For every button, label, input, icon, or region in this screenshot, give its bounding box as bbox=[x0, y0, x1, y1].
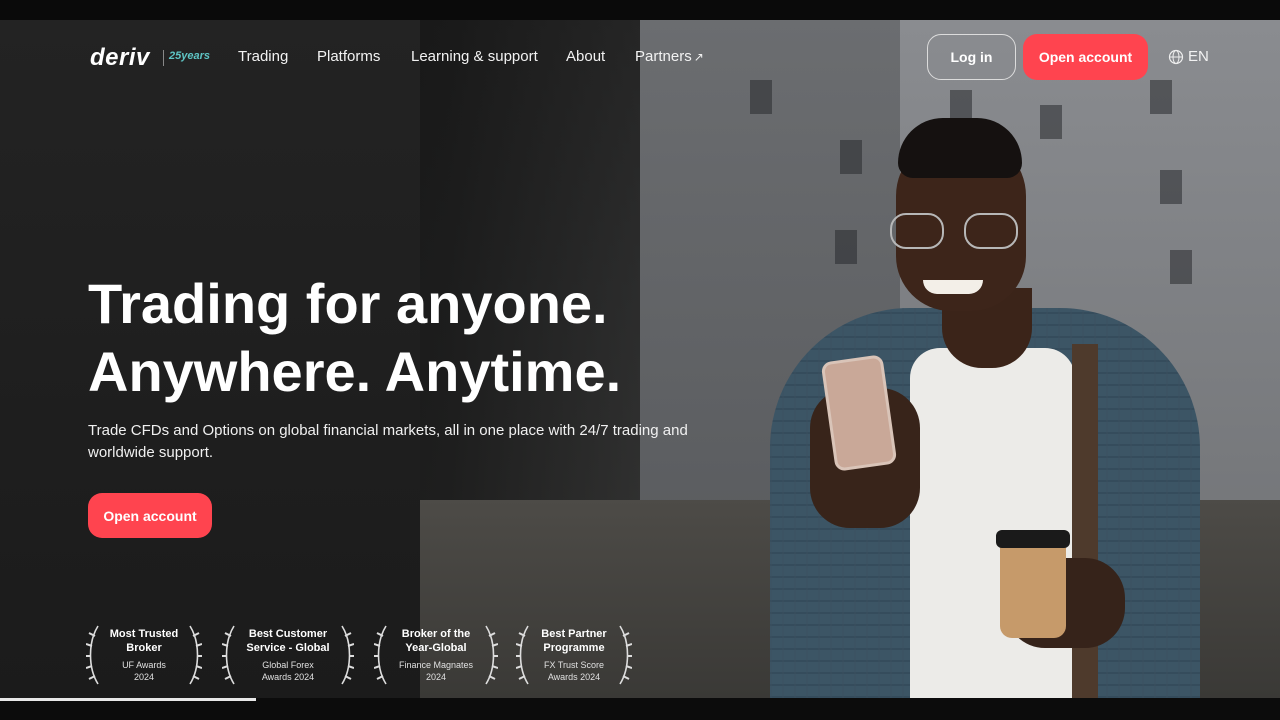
laurel-left-icon bbox=[516, 625, 529, 685]
award-title: Best Partner Programme bbox=[541, 628, 607, 654]
nav-trading[interactable]: Trading bbox=[238, 48, 288, 65]
hair bbox=[898, 118, 1022, 178]
language-label: EN bbox=[1188, 48, 1209, 65]
top-bar bbox=[0, 0, 1280, 20]
award-source: Finance Magnates 2024 bbox=[398, 660, 474, 682]
globe-icon bbox=[1168, 49, 1184, 64]
laurel-left-icon bbox=[222, 625, 235, 685]
logo-divider bbox=[163, 50, 164, 66]
hero-headline: Trading for anyone. Anywhere. Anytime. bbox=[88, 270, 728, 406]
language-selector[interactable]: EN bbox=[1168, 48, 1209, 65]
laurel-right-icon bbox=[189, 625, 202, 685]
headline-line-2: Anywhere. Anytime. bbox=[88, 340, 622, 403]
open-account-button[interactable]: Open account bbox=[1023, 34, 1148, 80]
nav-platforms[interactable]: Platforms bbox=[317, 48, 380, 65]
award-source: UF Awards 2024 bbox=[122, 660, 166, 682]
hero-open-account-button[interactable]: Open account bbox=[88, 493, 212, 538]
video-control-bar[interactable] bbox=[0, 698, 1280, 720]
award-badge: Best Partner Programme FX Trust Score Awar… bbox=[516, 622, 632, 688]
award-badge: Broker of the Year-Global Finance Magnate… bbox=[374, 622, 498, 688]
video-progress-bar[interactable] bbox=[0, 698, 256, 701]
laurel-right-icon bbox=[341, 625, 354, 685]
coffee-cup-lid bbox=[996, 530, 1070, 548]
headline-line-1: Trading for anyone. bbox=[88, 272, 608, 335]
coffee-cup bbox=[1000, 538, 1066, 638]
laurel-right-icon bbox=[619, 625, 632, 685]
nav-learning-support[interactable]: Learning & support bbox=[411, 48, 538, 65]
nav-partners[interactable]: Partners ↗ bbox=[635, 48, 704, 65]
award-source: FX Trust Score Awards 2024 bbox=[543, 660, 605, 682]
laurel-right-icon bbox=[485, 625, 498, 685]
laurel-left-icon bbox=[86, 625, 99, 685]
laurel-left-icon bbox=[374, 625, 387, 685]
award-badge: Most Trusted Broker UF Awards 2024 bbox=[86, 622, 202, 688]
award-badge: Best Customer Service - Global Global For… bbox=[222, 622, 354, 688]
award-title: Best Customer Service - Global bbox=[246, 628, 330, 654]
nav-partners-label: Partners bbox=[635, 48, 692, 65]
anniversary-badge: 25years bbox=[169, 50, 210, 62]
navbar: deriv 25years Trading Platforms Learning… bbox=[0, 20, 1280, 94]
hero-subline: Trade CFDs and Options on global financi… bbox=[88, 422, 688, 461]
glasses bbox=[888, 213, 1028, 253]
smile bbox=[923, 280, 983, 294]
nav-about[interactable]: About bbox=[566, 48, 605, 65]
award-title: Broker of the Year-Global bbox=[401, 628, 471, 654]
man-with-phone-photo bbox=[760, 118, 1200, 698]
login-button[interactable]: Log in bbox=[927, 34, 1016, 80]
external-link-icon: ↗ bbox=[693, 50, 704, 64]
award-title: Most Trusted Broker bbox=[109, 628, 179, 654]
award-source: Global Forex Awards 2024 bbox=[261, 660, 315, 682]
deriv-logo[interactable]: deriv bbox=[90, 44, 150, 72]
